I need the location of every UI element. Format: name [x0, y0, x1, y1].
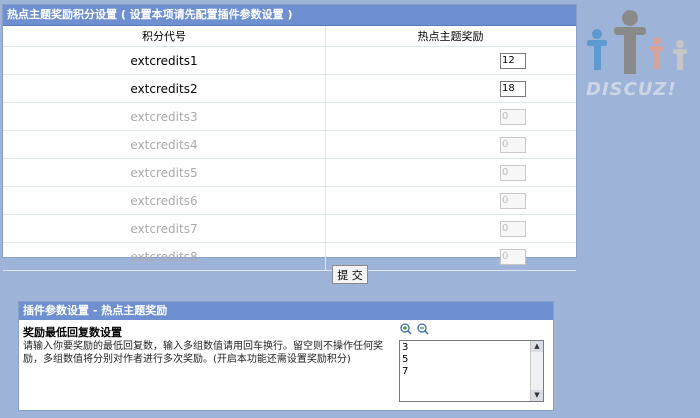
textarea-line: 7: [402, 366, 409, 377]
credit-code: extcredits5: [3, 158, 326, 187]
hot-topic-reward-panel: 热点主题奖励积分设置 ( 设置本项请先配置插件参数设置 ) 积分代号 热点主题奖…: [2, 4, 577, 271]
textarea-scrollbar[interactable]: ▲ ▼: [530, 341, 543, 401]
reward-input-extcredits6: [500, 192, 526, 209]
reward-input-extcredits3: [500, 108, 526, 125]
reward-input-extcredits8: [500, 248, 526, 265]
submit-button[interactable]: 提 交: [332, 265, 368, 284]
setting-description: 请输入你要奖励的最低回复数，输入多组数值请用回车换行。留空则不操作任何奖励，多组…: [23, 341, 383, 365]
panel-title: 热点主题奖励积分设置 ( 设置本项请先配置插件参数设置 ): [3, 5, 576, 26]
zoom-out-icon[interactable]: [417, 323, 429, 335]
header-hot-topic-reward: 热点主题奖励: [325, 26, 576, 47]
credit-code: extcredits8: [3, 242, 326, 271]
scroll-down-icon[interactable]: ▼: [531, 390, 543, 401]
reward-input-extcredits5: [500, 164, 526, 181]
reward-input-extcredits4: [500, 136, 526, 153]
header-credit-code: 积分代号: [3, 26, 326, 47]
reward-input-extcredits7: [500, 220, 526, 237]
setting-title: 奖励最低回复数设置: [23, 326, 122, 339]
table-row: extcredits4: [3, 130, 576, 159]
textarea-line: 5: [402, 354, 409, 365]
reward-table: 积分代号 热点主题奖励 extcredits1 extcredits2 extc…: [3, 26, 576, 271]
table-row: extcredits5: [3, 158, 576, 187]
credit-code: extcredits6: [3, 186, 326, 215]
plugin-settings-panel: 插件参数设置 - 热点主题奖励 奖励最低回复数设置 请输入你要奖励的最低回复数，…: [18, 301, 554, 411]
reward-input-extcredits1[interactable]: [500, 52, 526, 69]
credit-code: extcredits4: [3, 130, 326, 159]
min-replies-textarea[interactable]: 3 5 7 ▲ ▼: [399, 340, 544, 402]
plugin-panel-title: 插件参数设置 - 热点主题奖励: [19, 302, 553, 320]
zoom-in-icon[interactable]: [400, 323, 412, 335]
textarea-line: 3: [402, 342, 409, 353]
table-row: extcredits3: [3, 102, 576, 131]
table-row: extcredits1: [3, 46, 576, 75]
credit-code: extcredits7: [3, 214, 326, 243]
reward-input-extcredits2[interactable]: [500, 80, 526, 97]
table-row: extcredits8: [3, 242, 576, 271]
credit-code: extcredits2: [3, 74, 326, 103]
discuz-logo-text: DISCUZ!: [586, 79, 677, 100]
credit-code: extcredits1: [3, 46, 326, 75]
table-row: extcredits7: [3, 214, 576, 243]
table-row: extcredits2: [3, 74, 576, 103]
credit-code: extcredits3: [3, 102, 326, 131]
scroll-up-icon[interactable]: ▲: [531, 341, 543, 352]
table-row: extcredits6: [3, 186, 576, 215]
